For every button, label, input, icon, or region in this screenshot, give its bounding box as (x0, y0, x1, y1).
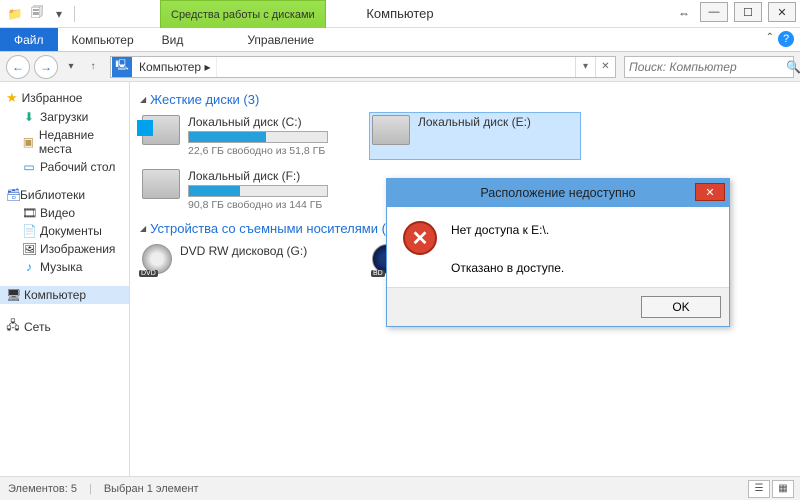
tab-view[interactable]: Вид (148, 28, 198, 51)
search-icon[interactable]: 🔍 (786, 60, 800, 74)
picture-icon: 🖼 (22, 242, 36, 256)
minimize-button[interactable]: ― (700, 2, 728, 22)
status-item-count: Элементов: 5 (8, 483, 77, 495)
sidebar-item-downloads[interactable]: ⬇Загрузки (0, 108, 129, 126)
recent-dropdown[interactable]: ▾ (62, 58, 80, 76)
navigation-bar: ← → ▾ ↑ 🖳 Компьютер ▸ ▾ ✕ 🔍 (0, 52, 800, 82)
sidebar-item-documents[interactable]: 📄Документы (0, 222, 129, 240)
network-icon: 🖧 (6, 316, 20, 337)
help-icon[interactable]: ? (778, 31, 794, 47)
dropdown-icon[interactable]: ▾ (50, 5, 68, 23)
drive-label: Локальный диск (F:) (188, 169, 328, 183)
maximize-button[interactable]: ☐ (734, 2, 762, 22)
drive-freespace: 90,8 ГБ свободно из 144 ГБ (188, 199, 328, 211)
music-icon: ♪ (22, 260, 36, 274)
refresh-icon[interactable]: ✕ (595, 57, 615, 77)
contextual-tab-label: Средства работы с дисками (160, 0, 326, 28)
drive-f[interactable]: Локальный диск (F:) 90,8 ГБ свободно из … (140, 167, 350, 213)
dialog-title-text: Расположение недоступно (480, 186, 635, 200)
drive-label: Локальный диск (E:) (418, 115, 531, 129)
breadcrumb-label: Компьютер (139, 60, 201, 74)
breadcrumb[interactable]: Компьютер ▸ (133, 57, 217, 77)
video-icon: 🎞 (22, 206, 36, 220)
sidebar-item-music[interactable]: ♪Музыка (0, 258, 129, 276)
chevron-down-icon[interactable]: ⌃ (766, 32, 774, 43)
title-bar: 📁 🗐 ▾ Средства работы с дисками Компьюте… (0, 0, 800, 28)
dvd-icon (142, 244, 172, 274)
drive-icon (142, 169, 180, 199)
sidebar-item-videos[interactable]: 🎞Видео (0, 204, 129, 222)
view-details-button[interactable]: ☰ (748, 480, 770, 498)
drive-label: DVD RW дисковод (G:) (180, 244, 307, 258)
quick-access-toolbar: 📁 🗐 ▾ (0, 0, 83, 27)
sidebar-item-network[interactable]: 🖧Сеть (0, 314, 129, 339)
star-icon: ★ (6, 90, 18, 106)
usage-bar (188, 131, 328, 143)
error-icon: ✕ (403, 221, 437, 255)
sidebar-item-recent[interactable]: ▣Недавние места (0, 126, 129, 158)
desktop-icon: ▭ (22, 160, 36, 174)
drive-e[interactable]: Локальный диск (E:) (370, 113, 580, 159)
sidebar-item-pictures[interactable]: 🖼Изображения (0, 240, 129, 258)
recent-icon: ▣ (22, 135, 35, 149)
drive-g-dvd[interactable]: DVD RW дисковод (G:) (140, 242, 350, 276)
sidebar-libraries-label: Библиотеки (20, 188, 85, 202)
tab-computer[interactable]: Компьютер (58, 28, 148, 51)
document-icon: 📄 (22, 224, 36, 238)
dialog-line2: Отказано в доступе. (451, 259, 564, 278)
dialog-message: Нет доступа к E:\. Отказано в доступе. (451, 221, 564, 279)
dialog-close-button[interactable]: ✕ (695, 183, 725, 201)
view-icons-button[interactable]: ▦ (772, 480, 794, 498)
tab-file[interactable]: Файл (0, 28, 58, 51)
tab-manage[interactable]: Управление (233, 28, 328, 51)
address-dropdown-icon[interactable]: ▾ (575, 57, 595, 77)
sidebar-item-desktop[interactable]: ▭Рабочий стол (0, 158, 129, 176)
navigation-pane: ★ Избранное ⬇Загрузки ▣Недавние места ▭Ра… (0, 82, 130, 480)
address-bar[interactable]: 🖳 Компьютер ▸ ▾ ✕ (110, 56, 616, 78)
group-hard-disks[interactable]: Жесткие диски (3) (140, 92, 790, 107)
sidebar-favorites-label: Избранное (22, 91, 83, 105)
drive-icon (142, 115, 180, 145)
search-input[interactable] (629, 60, 786, 74)
fullscreen-icon[interactable]: ⇔ (678, 6, 690, 20)
dialog-titlebar[interactable]: Расположение недоступно ✕ (387, 179, 729, 207)
usage-bar (188, 185, 328, 197)
ribbon-tabs: Файл Компьютер Вид Управление ⌃ ? (0, 28, 800, 52)
separator: | (89, 483, 92, 495)
drive-c[interactable]: Локальный диск (C:) 22,6 ГБ свободно из … (140, 113, 350, 159)
sidebar-libraries[interactable]: 🗃Библиотеки (0, 186, 129, 204)
window-controls: ― ☐ ✕ (700, 2, 796, 22)
close-button[interactable]: ✕ (768, 2, 796, 22)
download-icon: ⬇ (22, 110, 36, 124)
folder-icon: 📁 (6, 5, 24, 23)
separator (74, 6, 75, 22)
error-dialog: Расположение недоступно ✕ ✕ Нет доступа … (386, 178, 730, 327)
up-button[interactable]: ↑ (84, 58, 102, 76)
drive-label: Локальный диск (C:) (188, 115, 328, 129)
status-bar: Элементов: 5 | Выбран 1 элемент ☰ ▦ (0, 476, 800, 500)
drive-icon (372, 115, 410, 145)
drive-freespace: 22,6 ГБ свободно из 51,8 ГБ (188, 145, 328, 157)
ok-button[interactable]: OK (641, 296, 721, 318)
properties-icon[interactable]: 🗐 (28, 5, 46, 23)
forward-button[interactable]: → (34, 55, 58, 79)
back-button[interactable]: ← (6, 55, 30, 79)
computer-icon: 🖥 (6, 288, 20, 302)
sidebar-favorites[interactable]: ★ Избранное (0, 88, 129, 108)
dialog-line1: Нет доступа к E:\. (451, 221, 564, 240)
libraries-icon: 🗃 (6, 188, 20, 202)
status-selection: Выбран 1 элемент (104, 483, 199, 495)
search-box[interactable]: 🔍 (624, 56, 794, 78)
computer-icon: 🖳 (112, 57, 132, 77)
sidebar-item-computer[interactable]: 🖥Компьютер (0, 286, 129, 304)
